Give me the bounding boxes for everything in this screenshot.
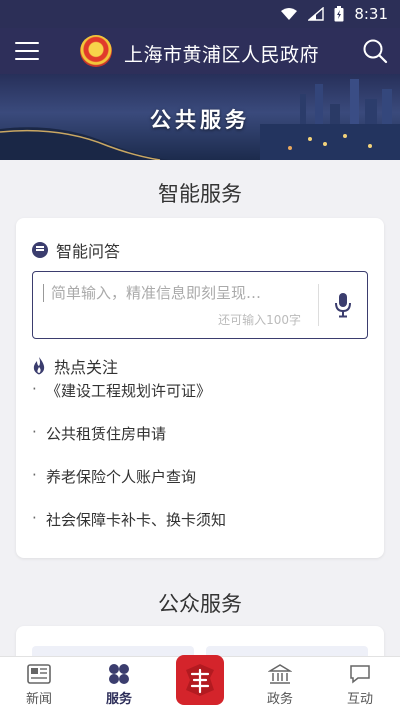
qa-input[interactable]: 简单输入，精准信息即刻呈现… 还可输入100字 xyxy=(32,271,368,339)
signal-icon xyxy=(308,7,325,21)
page-title: 上海市黄浦区人民政府 xyxy=(124,44,320,66)
smart-service-card: 智能问答 简单输入，精准信息即刻呈现… 还可输入100字 热点关注 · 《建设工程… xyxy=(16,218,384,558)
list-item[interactable]: · 公共租赁住房申请 xyxy=(32,423,372,466)
nav-item-government[interactable]: 政务 xyxy=(250,663,310,707)
center-logo-button[interactable] xyxy=(176,655,224,705)
qa-input-placeholder: 简单输入，精准信息即刻呈现… xyxy=(51,284,262,302)
app-logo-icon xyxy=(186,664,214,696)
list-item[interactable]: · 《建设工程规划许可证》 xyxy=(32,380,372,423)
qa-label: 智能问答 xyxy=(56,242,121,261)
search-icon[interactable] xyxy=(362,38,388,64)
nav-item-interaction[interactable]: 互动 xyxy=(330,663,390,707)
menu-icon xyxy=(15,42,39,44)
bottom-nav: 新闻 服务 政务 互动 xyxy=(0,655,400,711)
nav-item-news[interactable]: 新闻 xyxy=(9,663,69,707)
char-counter: 还可输入100字 xyxy=(218,313,301,327)
status-bar: 8:31 xyxy=(0,0,400,28)
smart-service-title: 智能服务 xyxy=(158,182,242,206)
hot-header: 热点关注 xyxy=(32,354,118,378)
list-item[interactable]: · 养老保险个人账户查询 xyxy=(32,466,372,509)
input-divider xyxy=(318,284,319,326)
app-header: 上海市黄浦区人民政府 xyxy=(0,28,400,74)
hot-list: · 《建设工程规划许可证》 · 公共租赁住房申请 · 养老保险个人账户查询 · 社会保障… xyxy=(32,380,372,552)
text-caret xyxy=(43,284,44,302)
status-time: 8:31 xyxy=(354,5,388,23)
national-emblem-icon xyxy=(80,35,112,67)
list-item[interactable]: · 社会保障卡补卡、换卡须知 xyxy=(32,509,372,552)
hot-label: 热点关注 xyxy=(54,358,119,377)
qa-header: 智能问答 xyxy=(32,238,120,262)
newspaper-icon xyxy=(27,664,51,684)
chat-bubble-icon xyxy=(32,242,48,258)
banner: 公共服务 xyxy=(0,74,400,160)
menu-button[interactable] xyxy=(15,42,39,60)
nav-item-service[interactable]: 服务 xyxy=(89,663,149,707)
public-service-title: 公众服务 xyxy=(158,592,242,616)
microphone-icon[interactable] xyxy=(333,292,353,318)
grid-icon xyxy=(109,664,129,684)
battery-icon xyxy=(334,6,344,22)
chat-icon xyxy=(350,665,370,684)
wifi-icon xyxy=(281,8,298,20)
banner-title: 公共服务 xyxy=(150,108,250,132)
flame-icon xyxy=(33,357,45,375)
building-icon xyxy=(268,664,292,684)
